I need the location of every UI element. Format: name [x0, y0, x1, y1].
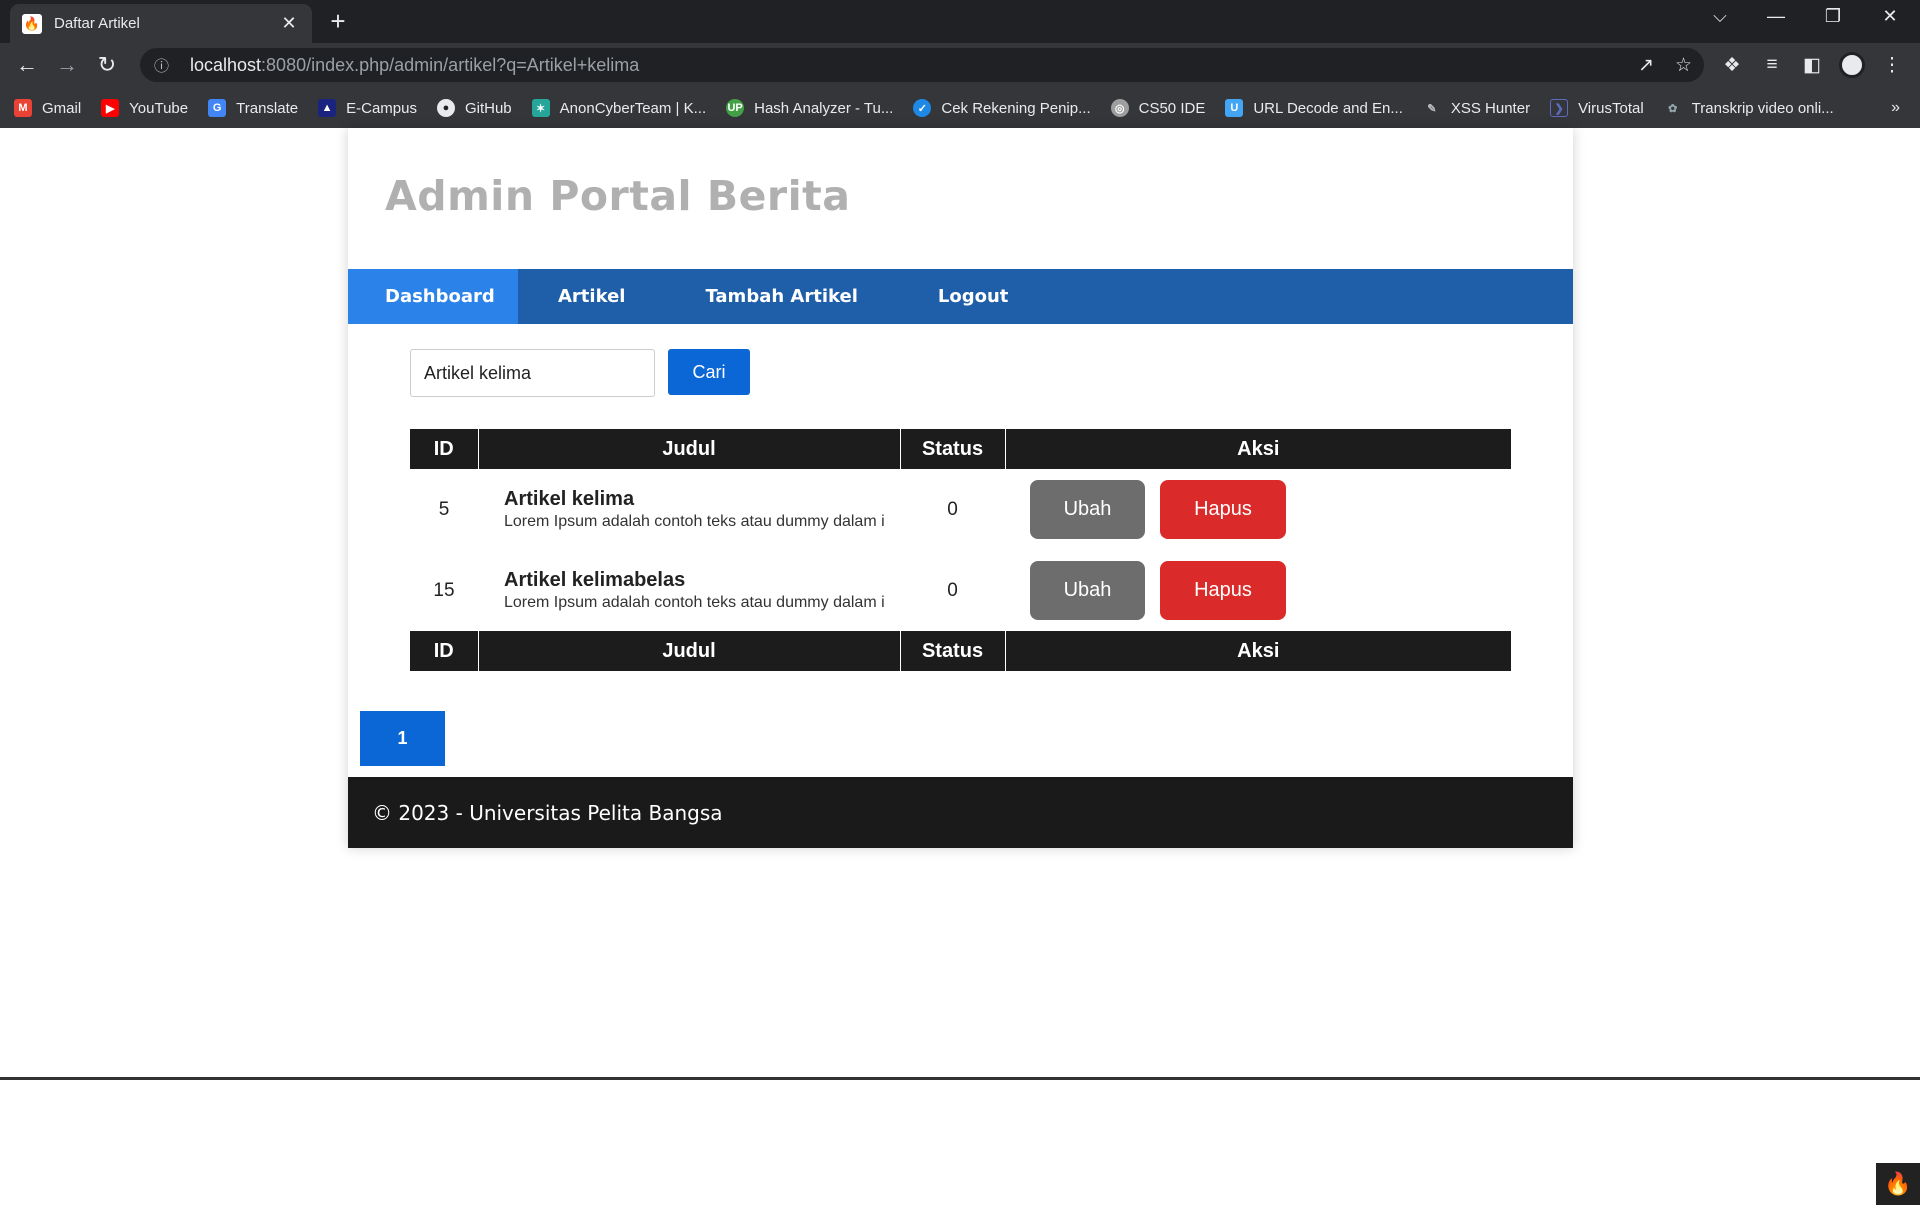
url-decode-icon: U — [1225, 99, 1244, 117]
bookmark-item[interactable]: U URL Decode and En... — [1225, 99, 1403, 117]
browser-toolbar: ← → ↻ ⓘ localhost:8080/index.php/admin/a… — [0, 43, 1920, 88]
address-bar[interactable]: ⓘ localhost:8080/index.php/admin/artikel… — [140, 48, 1704, 82]
site-title: Admin Portal Berita — [385, 172, 851, 220]
media-control-icon[interactable]: ≡ — [1756, 49, 1788, 81]
bookmark-item[interactable]: M Gmail — [14, 99, 81, 117]
site-info-icon[interactable]: ⓘ — [154, 55, 178, 76]
bookmark-item[interactable]: ● GitHub — [436, 99, 512, 117]
hash-analyzer-icon: UP — [726, 99, 745, 117]
nav-logout[interactable]: Logout — [898, 269, 1049, 324]
footer-judul: Judul — [477, 631, 900, 671]
nav-tambah-artikel[interactable]: Tambah Artikel — [665, 269, 897, 324]
debug-toolbar-icon[interactable]: 🔥 — [1876, 1163, 1920, 1205]
url-path: :8080/index.php/admin/artikel?q=Artikel+… — [261, 54, 640, 75]
tab-close-icon[interactable]: ✕ — [278, 13, 300, 34]
delete-button[interactable]: Hapus — [1160, 561, 1286, 620]
table-row: 15 Artikel kelimabelas Lorem Ipsum adala… — [410, 550, 1511, 631]
new-tab-button[interactable]: + — [322, 6, 354, 37]
url-host: localhost — [190, 54, 262, 75]
anoncyberteam-icon: ✶ — [531, 99, 550, 117]
nav-artikel[interactable]: Artikel — [518, 269, 665, 324]
codeigniter-favicon-icon: 🔥 — [22, 13, 42, 34]
article-title: Artikel kelimabelas — [504, 569, 686, 591]
page-container: Admin Portal Berita Dashboard Artikel Ta… — [348, 128, 1573, 848]
table-row: 5 Artikel kelima Lorem Ipsum adalah cont… — [410, 469, 1511, 550]
article-title: Artikel kelima — [504, 488, 635, 510]
nav-dashboard[interactable]: Dashboard — [348, 269, 518, 324]
cek-rekening-icon: ✓ — [913, 99, 932, 117]
delete-button[interactable]: Hapus — [1160, 480, 1286, 539]
side-panel-icon[interactable]: ◧ — [1796, 49, 1828, 81]
bookmark-item[interactable]: ▲ E-Campus — [318, 99, 417, 117]
cell-status: 0 — [947, 498, 958, 520]
bookmark-item[interactable]: ✎ XSS Hunter — [1423, 99, 1530, 117]
transkrip-icon: ✿ — [1668, 102, 1678, 115]
site-footer: © 2023 - Universitas Pelita Bangsa — [348, 777, 1573, 848]
share-icon[interactable]: ↗ — [1638, 48, 1654, 82]
bookmark-star-icon[interactable]: ☆ — [1675, 48, 1692, 82]
header-status: Status — [899, 429, 1005, 469]
reload-icon[interactable]: ↻ — [91, 49, 123, 81]
youtube-icon: ▶ — [101, 99, 120, 117]
ecampus-icon: ▲ — [318, 99, 337, 117]
main-nav: Dashboard Artikel Tambah Artikel Logout — [348, 269, 1573, 324]
cs50-icon: ◎ — [1110, 99, 1129, 117]
bookmarks-bar: M Gmail ▶ YouTube G Translate ▲ E-Campus ● Gi… — [0, 88, 1920, 128]
github-icon: ● — [436, 99, 455, 117]
cell-id: 5 — [438, 498, 450, 520]
table-header-row: ID Judul Status Aksi — [410, 429, 1511, 469]
virustotal-icon: ❯ — [1550, 99, 1569, 117]
edit-button[interactable]: Ubah — [1030, 561, 1145, 620]
edit-button[interactable]: Ubah — [1030, 480, 1145, 539]
footer-status: Status — [899, 631, 1005, 671]
article-excerpt: Lorem Ipsum adalah contoh teks atau dumm… — [504, 594, 885, 611]
bookmark-item[interactable]: ✓ Cek Rekening Penip... — [913, 99, 1091, 117]
back-icon[interactable]: ← — [11, 49, 43, 81]
close-window-icon[interactable]: ✕ — [1870, 6, 1910, 27]
article-excerpt: Lorem Ipsum adalah contoh teks atau dumm… — [504, 513, 885, 530]
page-viewport: Admin Portal Berita Dashboard Artikel Ta… — [0, 128, 1920, 1205]
search-button[interactable]: Cari — [668, 349, 750, 395]
footer-id: ID — [410, 631, 478, 671]
xss-hunter-icon: ✎ — [1427, 102, 1437, 115]
bookmark-item[interactable]: UP Hash Analyzer - Tu... — [726, 99, 893, 117]
bookmark-item[interactable]: ✶ AnonCyberTeam | K... — [531, 99, 706, 117]
browser-titlebar: 🔥 Daftar Artikel ✕ + ⌵ — ❐ ✕ — [0, 0, 1920, 43]
bookmark-item[interactable]: ◎ CS50 IDE — [1110, 99, 1205, 117]
tab-search-icon[interactable]: ⌵ — [1700, 6, 1740, 27]
minimize-icon[interactable]: — — [1756, 6, 1796, 27]
header-aksi: Aksi — [1004, 429, 1511, 469]
cell-judul: Artikel kelimabelas Lorem Ipsum adalah c… — [478, 550, 900, 631]
header-id: ID — [410, 429, 478, 469]
profile-avatar[interactable] — [1836, 49, 1868, 81]
cell-aksi: Ubah Hapus — [1005, 469, 1511, 550]
pagination-page-1[interactable]: 1 — [360, 711, 445, 766]
search-input[interactable] — [410, 349, 655, 397]
cell-status: 0 — [947, 579, 958, 601]
tab-title: Daftar Artikel — [54, 15, 140, 32]
bookmark-item[interactable]: G Translate — [208, 99, 298, 117]
translate-icon: G — [208, 99, 227, 117]
avatar — [1839, 52, 1865, 78]
extensions-icon[interactable]: ❖ — [1716, 49, 1748, 81]
gmail-icon: M — [14, 99, 32, 117]
bookmarks-overflow-icon[interactable]: » — [1891, 99, 1900, 117]
browser-tab[interactable]: 🔥 Daftar Artikel ✕ — [10, 4, 312, 43]
header-judul: Judul — [477, 429, 900, 469]
articles-table: ID Judul Status Aksi 5 Artikel kelima Lo… — [410, 429, 1511, 671]
forward-icon[interactable]: → — [51, 49, 83, 81]
menu-kebab-icon[interactable]: ⋮ — [1876, 49, 1908, 81]
restore-icon[interactable]: ❐ — [1813, 6, 1853, 27]
cell-id: 15 — [433, 579, 455, 601]
footer-aksi: Aksi — [1004, 631, 1511, 671]
cell-aksi: Ubah Hapus — [1005, 550, 1511, 631]
table-footer-row: ID Judul Status Aksi — [410, 631, 1511, 671]
bookmark-item[interactable]: ✿ Transkrip video onli... — [1664, 99, 1834, 117]
bookmark-item[interactable]: ❯ VirusTotal — [1550, 99, 1644, 117]
cell-judul: Artikel kelima Lorem Ipsum adalah contoh… — [478, 469, 900, 550]
bookmark-item[interactable]: ▶ YouTube — [101, 99, 188, 117]
